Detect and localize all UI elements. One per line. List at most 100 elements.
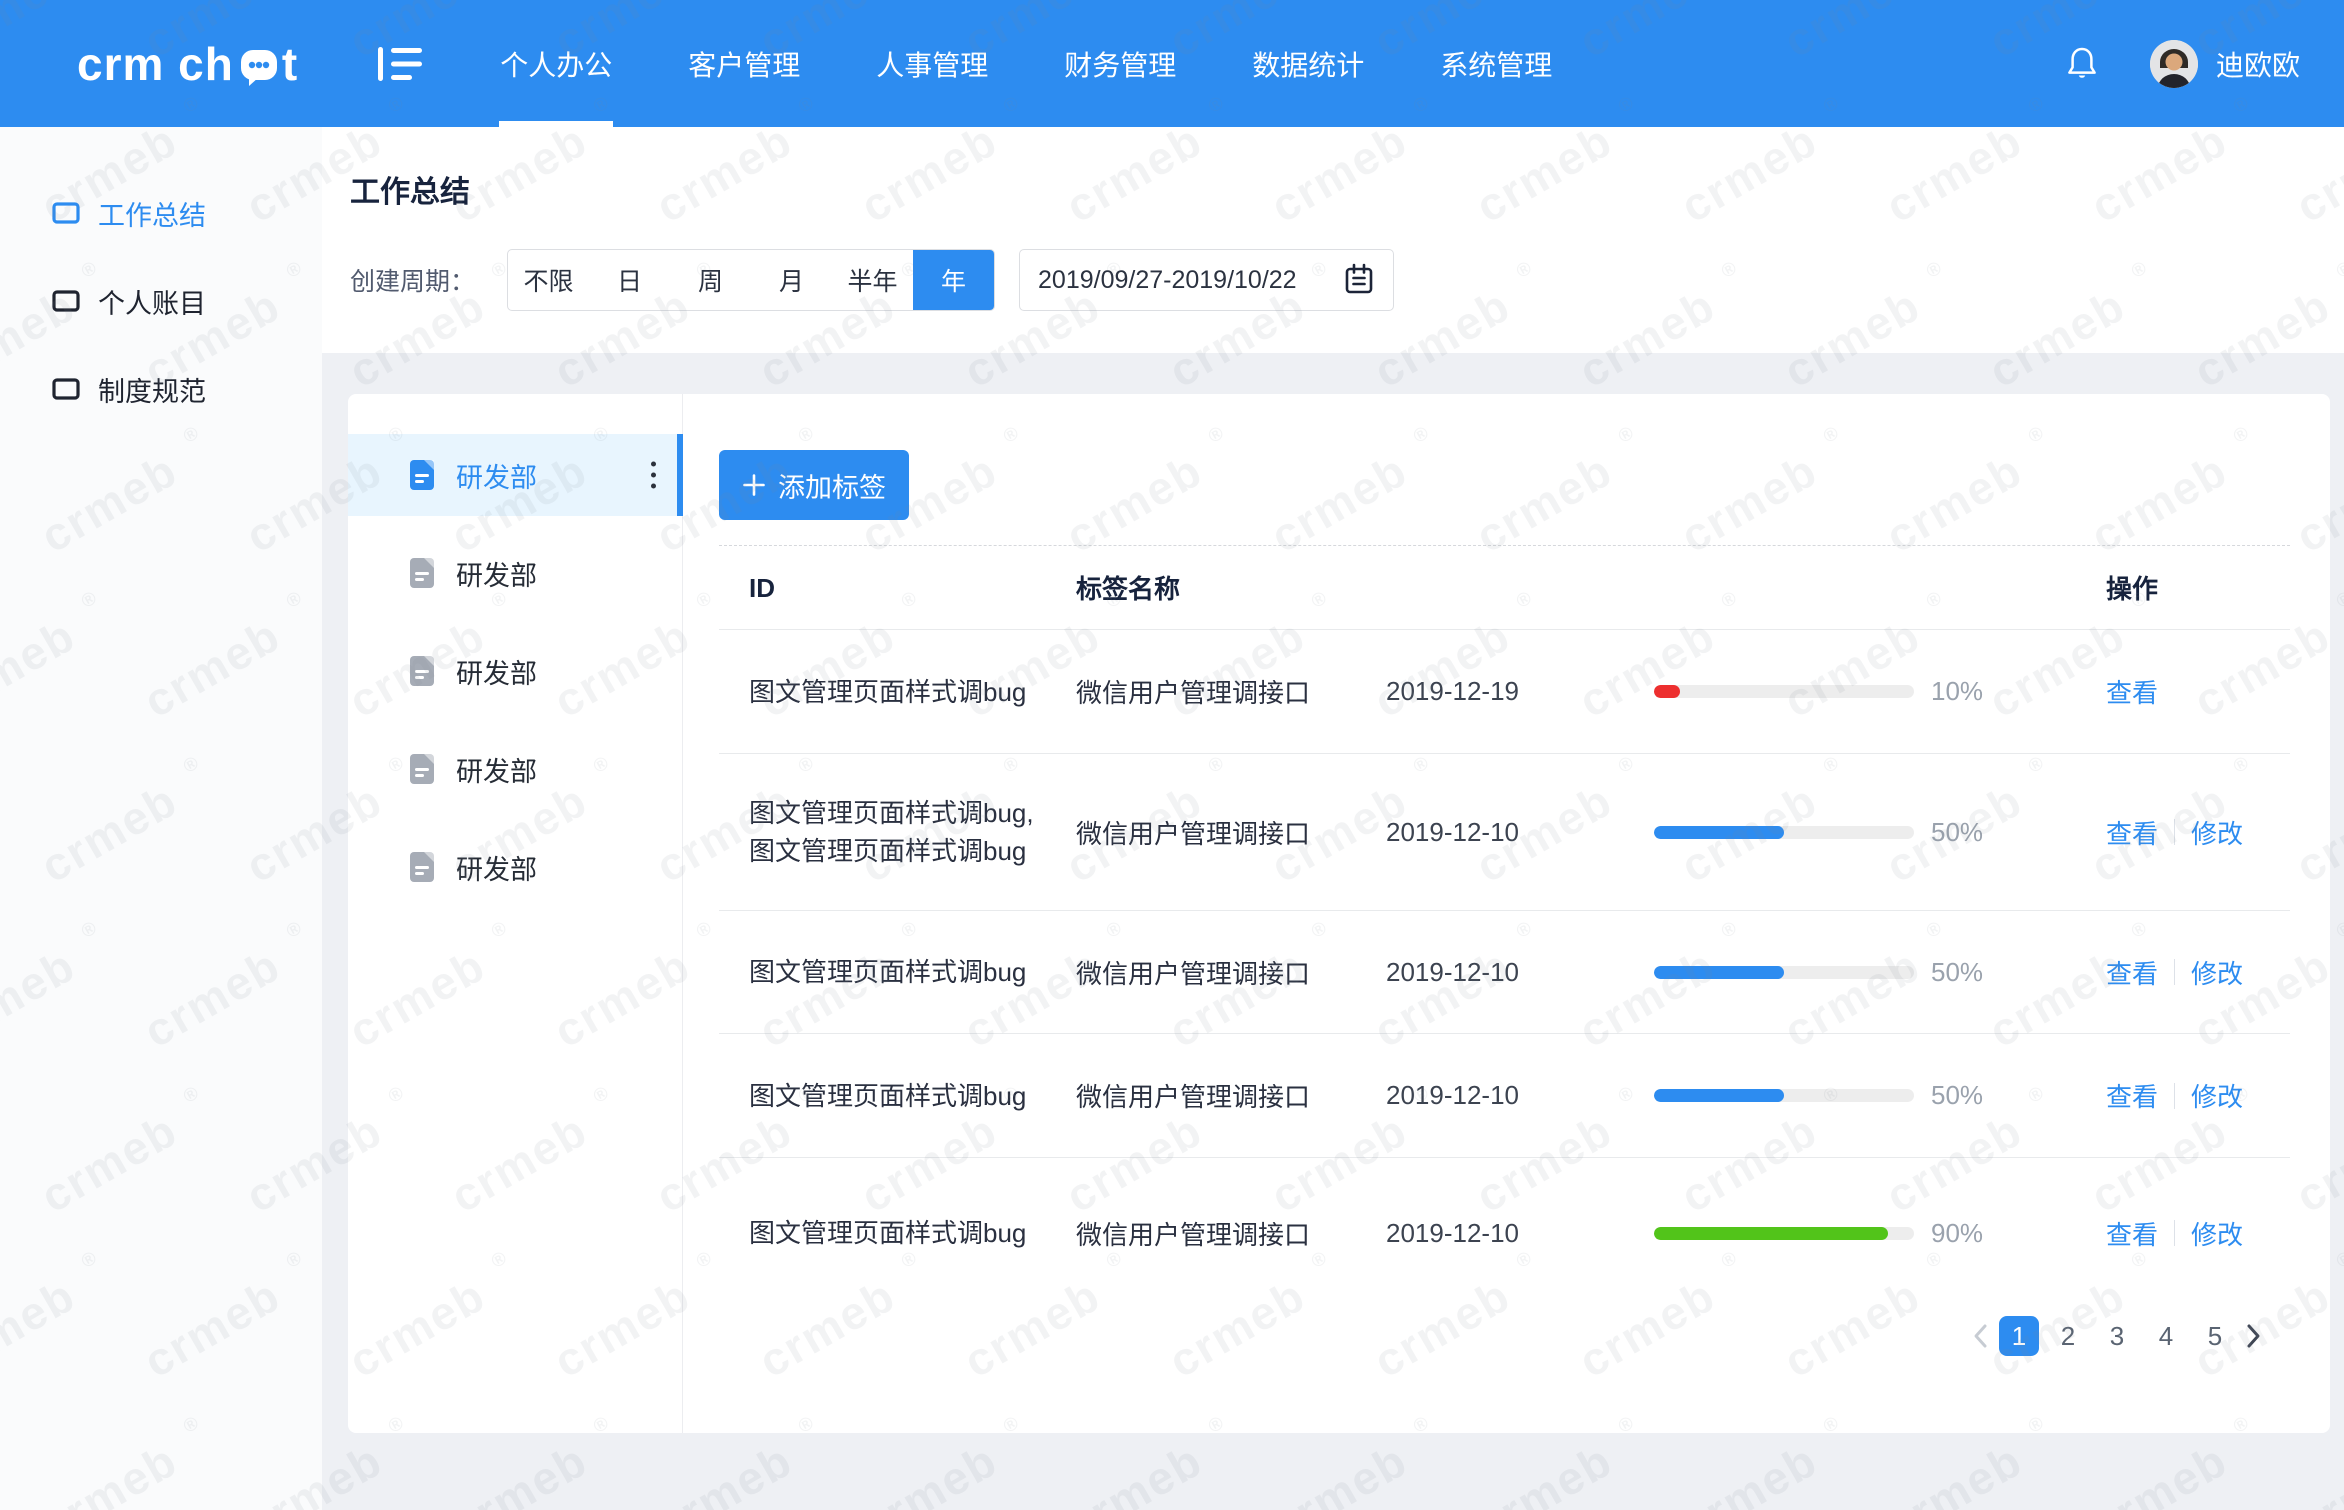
page-body: 研发部研发部研发部研发部研发部 添加标签 ID 标签名称 <box>322 353 2344 1510</box>
cell-date: 2019-12-10 <box>1386 1218 1654 1249</box>
add-tag-button[interactable]: 添加标签 <box>719 450 909 520</box>
page-button-4[interactable]: 4 <box>2146 1316 2186 1356</box>
sidebar-item-label: 制度规范 <box>98 370 206 409</box>
sidebar-item-label: 个人账目 <box>98 282 206 321</box>
top-navbar: crm ch t 个人办公客户管理人事管理财务管理数据统计系统管理 <box>0 0 2344 127</box>
app-window: crm ch t 个人办公客户管理人事管理财务管理数据统计系统管理 <box>0 0 2344 1510</box>
view-link[interactable]: 查看 <box>2106 1215 2158 1252</box>
nav-item-label: 财务管理 <box>1064 44 1176 84</box>
period-option-2[interactable]: 日 <box>589 250 670 310</box>
edit-link[interactable]: 修改 <box>2191 954 2243 991</box>
dept-item-3[interactable]: 研发部 <box>348 630 682 712</box>
sidebar-item-1[interactable]: 工作总结 <box>0 169 322 257</box>
progress-fill <box>1654 1227 1888 1240</box>
pagination: 12345 <box>719 1316 2290 1356</box>
cell-progress <box>1654 826 1914 839</box>
cell-date: 2019-12-10 <box>1386 1080 1654 1111</box>
progress-track <box>1654 966 1914 979</box>
sidebar-item-3[interactable]: 制度规范 <box>0 345 322 433</box>
nav-item-1[interactable]: 个人办公 <box>500 0 612 127</box>
cell-id: 图文管理页面样式调bug <box>719 673 1076 711</box>
cell-tag-name: 微信用户管理调接口 <box>1076 954 1386 991</box>
period-option-1[interactable]: 不限 <box>508 250 589 310</box>
progress-track <box>1654 1227 1914 1240</box>
notification-bell-icon[interactable] <box>2066 45 2098 83</box>
nav-item-label: 客户管理 <box>688 44 800 84</box>
nav-item-label: 系统管理 <box>1440 44 1552 84</box>
cell-tag-name: 微信用户管理调接口 <box>1076 1077 1386 1114</box>
dept-item-label: 研发部 <box>456 750 537 789</box>
table-row: 图文管理页面样式调bug,图文管理页面样式调bug微信用户管理调接口2019-1… <box>719 754 2290 911</box>
progress-fill <box>1654 685 1680 698</box>
document-icon <box>410 754 434 784</box>
sidebar-item-label: 工作总结 <box>98 194 206 233</box>
sidebar-menu: 工作总结个人账目制度规范 <box>0 169 322 433</box>
tag-table-panel: 添加标签 ID 标签名称 操作 图文管理页面样式调bug微信用户管理调接口201… <box>684 394 2330 1433</box>
period-option-5[interactable]: 半年 <box>832 250 913 310</box>
progress-track <box>1654 1089 1914 1102</box>
next-page-icon[interactable] <box>2244 1322 2262 1350</box>
edit-link[interactable]: 修改 <box>2191 1215 2243 1252</box>
cell-actions: 查看修改 <box>2106 1215 2290 1252</box>
edit-link[interactable]: 修改 <box>2191 814 2243 851</box>
kebab-dot <box>651 462 656 467</box>
cell-id: 图文管理页面样式调bug <box>719 1077 1076 1115</box>
window-icon <box>52 377 80 401</box>
nav-item-label: 人事管理 <box>876 44 988 84</box>
nav-item-5[interactable]: 数据统计 <box>1252 0 1364 127</box>
progress-track <box>1654 685 1914 698</box>
page-button-3[interactable]: 3 <box>2097 1316 2137 1356</box>
page-button-1[interactable]: 1 <box>1999 1316 2039 1356</box>
department-list: 研发部研发部研发部研发部研发部 <box>348 394 683 1433</box>
view-link[interactable]: 查看 <box>2106 673 2158 710</box>
topbar-right: 迪欧欧 <box>2066 40 2300 88</box>
progress-track <box>1654 826 1914 839</box>
progress-fill <box>1654 966 1784 979</box>
sidebar-item-2[interactable]: 个人账目 <box>0 257 322 345</box>
page-button-5[interactable]: 5 <box>2195 1316 2235 1356</box>
collapse-menu-icon[interactable] <box>378 47 424 81</box>
dept-item-5[interactable]: 研发部 <box>348 826 682 908</box>
table-row: 图文管理页面样式调bug微信用户管理调接口2019-12-1090%查看修改 <box>719 1158 2290 1308</box>
cell-id: 图文管理页面样式调bug <box>719 1214 1076 1252</box>
action-divider <box>2174 1083 2175 1109</box>
nav-menu: 个人办公 客户管理 人事管理 财务管理 数据统计 系统管理 <box>500 0 1628 127</box>
username-label[interactable]: 迪欧欧 <box>2216 44 2300 84</box>
more-options-icon[interactable] <box>647 458 660 493</box>
page-button-2[interactable]: 2 <box>2048 1316 2088 1356</box>
table-header: ID 标签名称 操作 <box>719 546 2290 630</box>
kebab-dot <box>651 484 656 489</box>
period-option-4[interactable]: 月 <box>751 250 832 310</box>
cell-tag-name: 微信用户管理调接口 <box>1076 1215 1386 1252</box>
user-avatar[interactable] <box>2150 40 2198 88</box>
cell-actions: 查看 <box>2106 673 2290 710</box>
cell-percent: 50% <box>1914 1080 2106 1111</box>
view-link[interactable]: 查看 <box>2106 814 2158 851</box>
nav-item-2[interactable]: 客户管理 <box>688 0 800 127</box>
prev-page-icon[interactable] <box>1972 1322 1990 1350</box>
edit-link[interactable]: 修改 <box>2191 1077 2243 1114</box>
cell-actions: 查看修改 <box>2106 1077 2290 1114</box>
dept-item-2[interactable]: 研发部 <box>348 532 682 614</box>
cell-tag-name: 微信用户管理调接口 <box>1076 814 1386 851</box>
period-option-6[interactable]: 年 <box>913 250 994 310</box>
view-link[interactable]: 查看 <box>2106 954 2158 991</box>
period-option-3[interactable]: 周 <box>670 250 751 310</box>
view-link[interactable]: 查看 <box>2106 1077 2158 1114</box>
document-icon <box>410 460 434 490</box>
add-tag-button-label: 添加标签 <box>778 466 886 505</box>
dept-item-4[interactable]: 研发部 <box>348 728 682 810</box>
dept-item-label: 研发部 <box>456 554 537 593</box>
nav-item-6[interactable]: 系统管理 <box>1440 0 1552 127</box>
id-text-line2: 图文管理页面样式调bug <box>749 832 1076 870</box>
window-icon <box>52 201 80 225</box>
date-range-input[interactable]: 2019/09/27-2019/10/22 <box>1019 249 1394 311</box>
date-range-value: 2019/09/27-2019/10/22 <box>1038 266 1335 295</box>
document-icon <box>410 852 434 882</box>
id-text: 图文管理页面样式调bug <box>749 1214 1076 1252</box>
dept-item-1[interactable]: 研发部 <box>348 434 682 516</box>
dept-item-label: 研发部 <box>456 848 537 887</box>
table-row: 图文管理页面样式调bug微信用户管理调接口2019-12-1050%查看修改 <box>719 911 2290 1034</box>
nav-item-3[interactable]: 人事管理 <box>876 0 988 127</box>
nav-item-4[interactable]: 财务管理 <box>1064 0 1176 127</box>
